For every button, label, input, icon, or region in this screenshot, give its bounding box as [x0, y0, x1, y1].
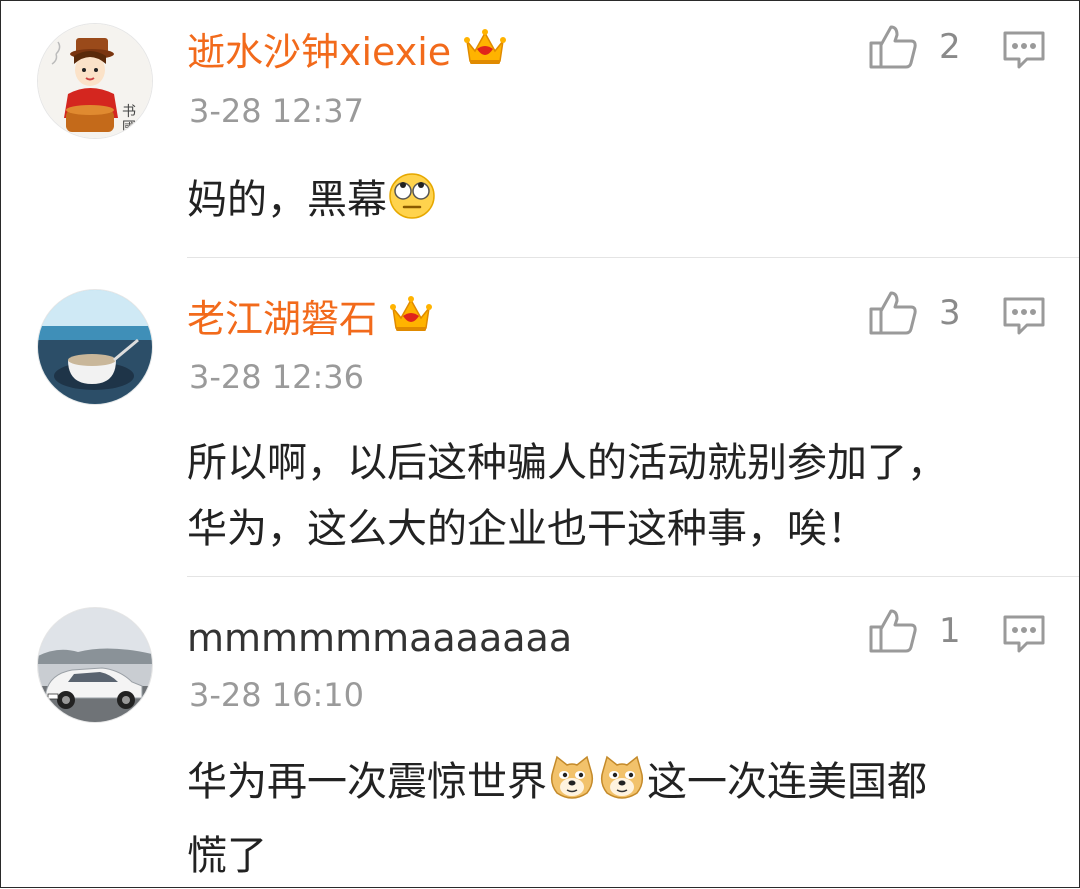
- thumbs-up-icon[interactable]: [867, 287, 921, 341]
- avatar[interactable]: [37, 289, 153, 405]
- comment-item: mmmmmmaaaaaaa 3-28 16:10 1 华为再一次震惊世界 这一次…: [1, 577, 1079, 887]
- thumbs-up-icon[interactable]: [867, 21, 921, 75]
- thumbs-up-icon[interactable]: [867, 605, 921, 659]
- comment-text: 所以啊，以后这种骗人的活动就别参加了， 华为，这么大的企业也干这种事，唉！: [187, 430, 1037, 562]
- username[interactable]: 老江湖磐石: [187, 294, 433, 344]
- like-count: 1: [939, 611, 961, 651]
- comment-text-content: 妈的，黑幕: [187, 177, 387, 223]
- username[interactable]: mmmmmmaaaaaaa: [187, 615, 572, 661]
- comment-text-line: 慌了: [187, 833, 267, 879]
- svg-text:國: 國: [122, 120, 136, 136]
- comment-reply-icon[interactable]: [1001, 611, 1047, 657]
- comment-text: 妈的，黑幕: [187, 167, 1037, 241]
- vip-crown-icon: [463, 27, 507, 77]
- comment-reply-icon[interactable]: [1001, 293, 1047, 339]
- comment-text-line: 华为，这么大的企业也干这种事，唉！: [187, 506, 867, 552]
- timestamp: 3-28 16:10: [189, 676, 365, 714]
- avatar[interactable]: 书 國: [37, 23, 153, 139]
- comment-text: 华为再一次震惊世界 这一次连美国都 慌了: [187, 749, 1037, 889]
- username-text[interactable]: 老江湖磐石: [187, 297, 377, 341]
- comment-text-line: 所以啊，以后这种骗人的活动就别参加了，: [187, 440, 947, 486]
- comment-text-line: 华为再一次震惊世界 这一次连美国都: [187, 749, 1037, 823]
- username-text[interactable]: mmmmmmaaaaaaa: [187, 616, 572, 660]
- vip-crown-icon: [389, 294, 433, 344]
- comment-reply-icon[interactable]: [1001, 27, 1047, 73]
- username-text[interactable]: 逝水沙钟xiexie: [187, 30, 451, 74]
- svg-text:书: 书: [122, 104, 136, 120]
- username[interactable]: 逝水沙钟xiexie: [187, 27, 507, 77]
- eye-roll-emoji: [387, 171, 437, 241]
- timestamp: 3-28 12:36: [189, 358, 365, 396]
- comment-text-content: 华为再一次震惊世界: [187, 759, 547, 805]
- avatar[interactable]: [37, 607, 153, 723]
- comment-list: 书 國 逝水沙钟xiexie 3-28 12:37 2 妈的，黑幕 老江湖磐石 …: [0, 0, 1080, 888]
- doge-emoji: [547, 753, 597, 823]
- comment-text-content: 这一次连美国都: [647, 759, 927, 805]
- comment-item: 书 國 逝水沙钟xiexie 3-28 12:37 2 妈的，黑幕: [1, 1, 1079, 257]
- like-count: 3: [939, 293, 961, 333]
- like-count: 2: [939, 27, 961, 67]
- timestamp: 3-28 12:37: [189, 92, 365, 130]
- doge-emoji: [597, 753, 647, 823]
- comment-item: 老江湖磐石 3-28 12:36 3 所以啊，以后这种骗人的活动就别参加了， 华: [1, 258, 1079, 576]
